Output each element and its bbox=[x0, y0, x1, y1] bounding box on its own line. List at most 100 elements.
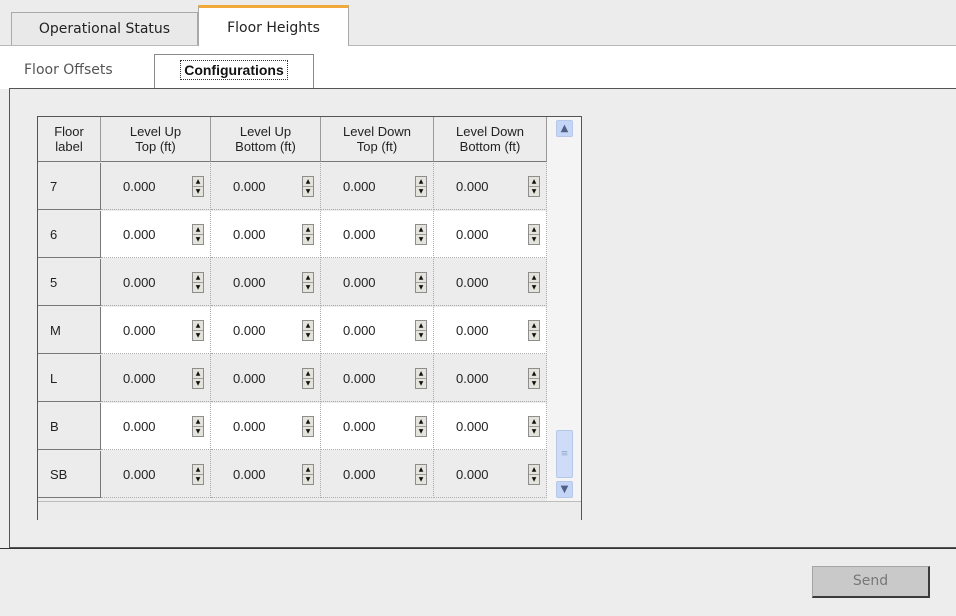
height-value[interactable]: 0.000 bbox=[343, 403, 376, 450]
spin-down-icon[interactable]: ▼ bbox=[529, 283, 539, 292]
spin-up-icon[interactable]: ▲ bbox=[193, 177, 203, 187]
spin-up-icon[interactable]: ▲ bbox=[416, 369, 426, 379]
height-value[interactable]: 0.000 bbox=[233, 307, 266, 354]
height-stepper[interactable]: 0.000 ▲ ▼ bbox=[211, 451, 321, 498]
spin-down-icon[interactable]: ▼ bbox=[416, 283, 426, 292]
spin-up-icon[interactable]: ▲ bbox=[193, 273, 203, 283]
spin-up-icon[interactable]: ▲ bbox=[529, 225, 539, 235]
spin-up-icon[interactable]: ▲ bbox=[416, 321, 426, 331]
height-stepper[interactable]: 0.000 ▲ ▼ bbox=[101, 259, 211, 306]
spin-buttons[interactable]: ▲ ▼ bbox=[302, 224, 314, 245]
height-stepper[interactable]: 0.000 ▲ ▼ bbox=[211, 259, 321, 306]
spin-buttons[interactable]: ▲ ▼ bbox=[192, 272, 204, 293]
spin-up-icon[interactable]: ▲ bbox=[416, 177, 426, 187]
height-stepper[interactable]: 0.000 ▲ ▼ bbox=[211, 163, 321, 210]
height-value[interactable]: 0.000 bbox=[123, 307, 156, 354]
spin-buttons[interactable]: ▲ ▼ bbox=[192, 416, 204, 437]
height-stepper[interactable]: 0.000 ▲ ▼ bbox=[101, 211, 211, 258]
spin-up-icon[interactable]: ▲ bbox=[416, 225, 426, 235]
spin-up-icon[interactable]: ▲ bbox=[193, 369, 203, 379]
subtab-configurations[interactable]: Configurations bbox=[154, 54, 314, 89]
height-stepper[interactable]: 0.000 ▲ ▼ bbox=[211, 211, 321, 258]
spin-up-icon[interactable]: ▲ bbox=[193, 465, 203, 475]
spin-buttons[interactable]: ▲ ▼ bbox=[528, 176, 540, 197]
spin-buttons[interactable]: ▲ ▼ bbox=[415, 416, 427, 437]
height-stepper[interactable]: 0.000 ▲ ▼ bbox=[211, 355, 321, 402]
spin-up-icon[interactable]: ▲ bbox=[303, 369, 313, 379]
spin-down-icon[interactable]: ▼ bbox=[303, 475, 313, 484]
height-value[interactable]: 0.000 bbox=[456, 307, 489, 354]
spin-up-icon[interactable]: ▲ bbox=[529, 321, 539, 331]
spin-down-icon[interactable]: ▼ bbox=[529, 427, 539, 436]
spin-buttons[interactable]: ▲ ▼ bbox=[528, 416, 540, 437]
spin-down-icon[interactable]: ▼ bbox=[303, 331, 313, 340]
tab-operational-status[interactable]: Operational Status bbox=[11, 12, 198, 46]
spin-down-icon[interactable]: ▼ bbox=[193, 379, 203, 388]
height-stepper[interactable]: 0.000 ▲ ▼ bbox=[434, 211, 547, 258]
spin-down-icon[interactable]: ▼ bbox=[416, 427, 426, 436]
spin-buttons[interactable]: ▲ ▼ bbox=[302, 320, 314, 341]
spin-up-icon[interactable]: ▲ bbox=[193, 417, 203, 427]
spin-down-icon[interactable]: ▼ bbox=[193, 475, 203, 484]
spin-down-icon[interactable]: ▼ bbox=[416, 187, 426, 196]
spin-buttons[interactable]: ▲ ▼ bbox=[415, 320, 427, 341]
spin-down-icon[interactable]: ▼ bbox=[416, 475, 426, 484]
height-value[interactable]: 0.000 bbox=[233, 211, 266, 258]
spin-down-icon[interactable]: ▼ bbox=[303, 187, 313, 196]
height-stepper[interactable]: 0.000 ▲ ▼ bbox=[434, 163, 547, 210]
height-value[interactable]: 0.000 bbox=[123, 163, 156, 210]
spin-up-icon[interactable]: ▲ bbox=[303, 417, 313, 427]
height-value[interactable]: 0.000 bbox=[343, 307, 376, 354]
spin-up-icon[interactable]: ▲ bbox=[193, 321, 203, 331]
spin-down-icon[interactable]: ▼ bbox=[193, 235, 203, 244]
height-value[interactable]: 0.000 bbox=[123, 211, 156, 258]
spin-down-icon[interactable]: ▼ bbox=[416, 235, 426, 244]
spin-buttons[interactable]: ▲ ▼ bbox=[302, 176, 314, 197]
send-button[interactable]: Send bbox=[812, 566, 930, 598]
height-stepper[interactable]: 0.000 ▲ ▼ bbox=[101, 355, 211, 402]
height-stepper[interactable]: 0.000 ▲ ▼ bbox=[101, 163, 211, 210]
height-value[interactable]: 0.000 bbox=[123, 403, 156, 450]
height-stepper[interactable]: 0.000 ▲ ▼ bbox=[321, 259, 434, 306]
height-value[interactable]: 0.000 bbox=[343, 451, 376, 498]
height-value[interactable]: 0.000 bbox=[123, 451, 156, 498]
spin-down-icon[interactable]: ▼ bbox=[529, 379, 539, 388]
height-stepper[interactable]: 0.000 ▲ ▼ bbox=[211, 307, 321, 354]
height-value[interactable]: 0.000 bbox=[456, 403, 489, 450]
height-stepper[interactable]: 0.000 ▲ ▼ bbox=[321, 355, 434, 402]
spin-buttons[interactable]: ▲ ▼ bbox=[192, 224, 204, 245]
height-value[interactable]: 0.000 bbox=[343, 163, 376, 210]
spin-buttons[interactable]: ▲ ▼ bbox=[528, 320, 540, 341]
spin-down-icon[interactable]: ▼ bbox=[303, 283, 313, 292]
spin-down-icon[interactable]: ▼ bbox=[416, 331, 426, 340]
spin-down-icon[interactable]: ▼ bbox=[193, 427, 203, 436]
height-stepper[interactable]: 0.000 ▲ ▼ bbox=[434, 355, 547, 402]
height-value[interactable]: 0.000 bbox=[343, 259, 376, 306]
spin-down-icon[interactable]: ▼ bbox=[529, 475, 539, 484]
spin-down-icon[interactable]: ▼ bbox=[303, 427, 313, 436]
spin-down-icon[interactable]: ▼ bbox=[529, 331, 539, 340]
spin-up-icon[interactable]: ▲ bbox=[416, 465, 426, 475]
spin-down-icon[interactable]: ▼ bbox=[193, 331, 203, 340]
spin-up-icon[interactable]: ▲ bbox=[529, 273, 539, 283]
spin-buttons[interactable]: ▲ ▼ bbox=[192, 176, 204, 197]
height-stepper[interactable]: 0.000 ▲ ▼ bbox=[434, 259, 547, 306]
height-value[interactable]: 0.000 bbox=[233, 403, 266, 450]
spin-up-icon[interactable]: ▲ bbox=[303, 321, 313, 331]
spin-buttons[interactable]: ▲ ▼ bbox=[192, 368, 204, 389]
height-value[interactable]: 0.000 bbox=[233, 259, 266, 306]
height-stepper[interactable]: 0.000 ▲ ▼ bbox=[321, 211, 434, 258]
spin-down-icon[interactable]: ▼ bbox=[529, 187, 539, 196]
height-value[interactable]: 0.000 bbox=[123, 259, 156, 306]
height-value[interactable]: 0.000 bbox=[233, 451, 266, 498]
height-stepper[interactable]: 0.000 ▲ ▼ bbox=[321, 403, 434, 450]
height-value[interactable]: 0.000 bbox=[343, 355, 376, 402]
height-stepper[interactable]: 0.000 ▲ ▼ bbox=[321, 307, 434, 354]
height-value[interactable]: 0.000 bbox=[233, 355, 266, 402]
spin-up-icon[interactable]: ▲ bbox=[303, 465, 313, 475]
spin-buttons[interactable]: ▲ ▼ bbox=[528, 464, 540, 485]
height-stepper[interactable]: 0.000 ▲ ▼ bbox=[434, 307, 547, 354]
spin-buttons[interactable]: ▲ ▼ bbox=[192, 464, 204, 485]
height-value[interactable]: 0.000 bbox=[123, 355, 156, 402]
spin-buttons[interactable]: ▲ ▼ bbox=[415, 272, 427, 293]
